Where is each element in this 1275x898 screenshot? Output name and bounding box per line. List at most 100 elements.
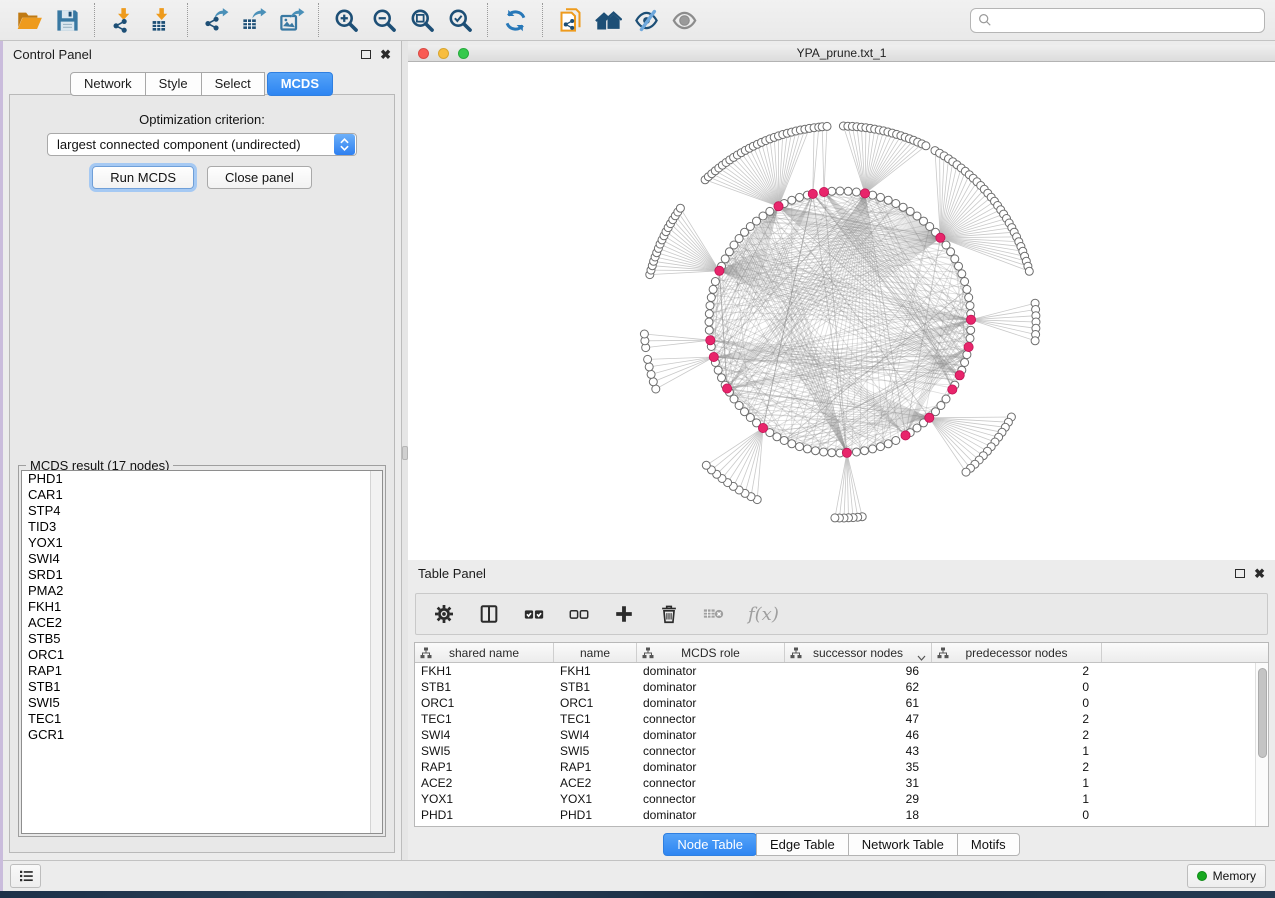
- node-table: shared namenameMCDS rolesuccessor nodesp…: [414, 642, 1269, 827]
- select-all-icon[interactable]: [523, 603, 545, 625]
- mcds-result-node[interactable]: STP4: [22, 503, 382, 519]
- mcds-result-node[interactable]: ORC1: [22, 647, 382, 663]
- show-hide-icon[interactable]: [669, 5, 699, 35]
- memory-button[interactable]: Memory: [1187, 864, 1266, 888]
- search-box[interactable]: [970, 8, 1265, 33]
- mcds-result-node[interactable]: STB5: [22, 631, 382, 647]
- list-icon: [17, 867, 35, 885]
- mcds-result-node[interactable]: CAR1: [22, 487, 382, 503]
- zoom-fit-icon[interactable]: [407, 5, 437, 35]
- memory-label: Memory: [1213, 869, 1256, 883]
- export-image-icon[interactable]: [276, 5, 306, 35]
- open-session-icon[interactable]: [14, 5, 44, 35]
- tab-edge-table[interactable]: Edge Table: [756, 833, 849, 856]
- tab-motifs[interactable]: Motifs: [957, 833, 1020, 856]
- network-graph[interactable]: [408, 62, 1275, 560]
- float-panel-icon[interactable]: [361, 50, 371, 59]
- tab-node-table[interactable]: Node Table: [663, 833, 757, 856]
- mcds-result-node[interactable]: RAP1: [22, 663, 382, 679]
- settings-icon[interactable]: [433, 603, 455, 625]
- column-header-name[interactable]: name: [554, 643, 637, 662]
- table-row[interactable]: ORC1ORC1dominator610: [415, 695, 1255, 711]
- task-history-button[interactable]: [10, 864, 41, 888]
- mcds-result-node[interactable]: PHD1: [22, 471, 382, 487]
- mcds-result-node[interactable]: SWI4: [22, 551, 382, 567]
- column-header-MCDS-role[interactable]: MCDS role: [637, 643, 785, 662]
- status-bar: Memory: [0, 860, 1275, 891]
- mcds-result-node[interactable]: TEC1: [22, 711, 382, 727]
- cell-name: YOX1: [554, 791, 637, 807]
- tab-style[interactable]: Style: [145, 72, 202, 96]
- cell-successor-nodes: 47: [785, 711, 932, 727]
- dropdown-stepper-icon: [334, 134, 355, 155]
- save-session-icon[interactable]: [52, 5, 82, 35]
- add-column-icon[interactable]: [613, 603, 635, 625]
- optimization-criterion-dropdown[interactable]: largest connected component (undirected): [47, 133, 357, 156]
- tab-network-table[interactable]: Network Table: [848, 833, 958, 856]
- mcds-result-node[interactable]: PMA2: [22, 583, 382, 599]
- split-view-icon[interactable]: [478, 603, 500, 625]
- table-row[interactable]: RAP1RAP1dominator352: [415, 759, 1255, 775]
- deselect-all-icon[interactable]: [568, 603, 590, 625]
- cell-name: SWI5: [554, 743, 637, 759]
- mcds-result-node[interactable]: ACE2: [22, 615, 382, 631]
- mcds-result-node[interactable]: FKH1: [22, 599, 382, 615]
- table-row[interactable]: SWI4SWI4dominator462: [415, 727, 1255, 743]
- control-panel-tabbar: NetworkStyleSelectMCDS: [3, 72, 401, 96]
- zoom-out-icon[interactable]: [369, 5, 399, 35]
- close-panel-icon[interactable]: ✖: [1254, 567, 1265, 580]
- export-network-icon[interactable]: [200, 5, 230, 35]
- tab-network[interactable]: Network: [70, 72, 146, 96]
- dropdown-selected-value: largest connected component (undirected): [48, 137, 334, 152]
- cell-successor-nodes: 35: [785, 759, 932, 775]
- table-row[interactable]: STB1STB1dominator620: [415, 679, 1255, 695]
- run-mcds-button[interactable]: Run MCDS: [92, 166, 194, 189]
- cell-successor-nodes: 96: [785, 663, 932, 679]
- mcds-result-node[interactable]: TID3: [22, 519, 382, 535]
- cell-MCDS-role: connector: [637, 743, 785, 759]
- zoom-in-icon[interactable]: [331, 5, 361, 35]
- cell-name: PHD1: [554, 807, 637, 823]
- tab-select[interactable]: Select: [201, 72, 265, 96]
- table-row[interactable]: PHD1PHD1dominator180: [415, 807, 1255, 823]
- toolbar-separator: [487, 3, 488, 37]
- share-document-icon[interactable]: [555, 5, 585, 35]
- float-panel-icon[interactable]: [1235, 569, 1245, 578]
- table-scrollbar[interactable]: [1255, 663, 1268, 826]
- mcds-result-list[interactable]: PHD1CAR1STP4TID3YOX1SWI4SRD1PMA2FKH1ACE2…: [21, 470, 383, 834]
- refresh-layout-icon[interactable]: [500, 5, 530, 35]
- mcds-result-node[interactable]: YOX1: [22, 535, 382, 551]
- close-panel-button[interactable]: Close panel: [207, 166, 312, 189]
- table-row[interactable]: FKH1FKH1dominator962: [415, 663, 1255, 679]
- delete-column-icon[interactable]: [658, 603, 680, 625]
- table-panel-title: Table Panel: [418, 566, 486, 581]
- cell-name: ORC1: [554, 695, 637, 711]
- table-scrollbar-thumb[interactable]: [1258, 668, 1267, 758]
- search-input[interactable]: [992, 10, 1257, 31]
- column-header-successor-nodes[interactable]: successor nodes: [785, 643, 932, 662]
- table-row[interactable]: SWI5SWI5connector431: [415, 743, 1255, 759]
- export-table-icon[interactable]: [238, 5, 268, 35]
- zoom-selected-icon[interactable]: [445, 5, 475, 35]
- import-table-icon[interactable]: [145, 5, 175, 35]
- network-canvas[interactable]: [408, 62, 1275, 560]
- table-row[interactable]: YOX1YOX1connector291: [415, 791, 1255, 807]
- table-row[interactable]: TEC1TEC1connector472: [415, 711, 1255, 727]
- network-view-title: YPA_prune.txt_1: [408, 46, 1275, 60]
- result-list-scrollbar[interactable]: [370, 471, 382, 833]
- mcds-result-node[interactable]: STB1: [22, 679, 382, 695]
- close-panel-icon[interactable]: ✖: [380, 48, 391, 61]
- mcds-result-node[interactable]: SRD1: [22, 567, 382, 583]
- cell-shared-name: SWI5: [415, 743, 554, 759]
- column-header-predecessor-nodes[interactable]: predecessor nodes: [932, 643, 1102, 662]
- tab-mcds[interactable]: MCDS: [267, 72, 333, 96]
- application-window: Control Panel ✖ NetworkStyleSelectMCDS O…: [0, 0, 1275, 891]
- graphics-details-icon[interactable]: [631, 5, 661, 35]
- network-view-titlebar[interactable]: YPA_prune.txt_1: [408, 45, 1275, 62]
- table-row[interactable]: ACE2ACE2connector311: [415, 775, 1255, 791]
- home-icon[interactable]: [593, 5, 623, 35]
- column-header-shared-name[interactable]: shared name: [415, 643, 554, 662]
- mcds-result-node[interactable]: GCR1: [22, 727, 382, 743]
- mcds-result-node[interactable]: SWI5: [22, 695, 382, 711]
- import-network-icon[interactable]: [107, 5, 137, 35]
